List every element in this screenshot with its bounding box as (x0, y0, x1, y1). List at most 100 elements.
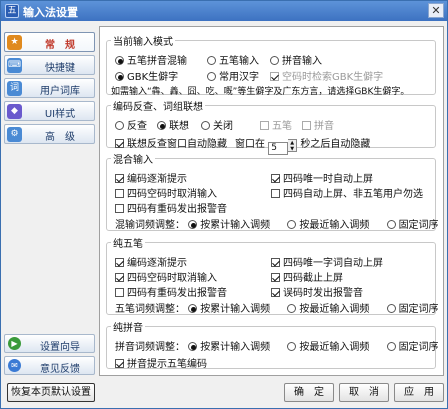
checkbox-gbk-on-empty[interactable]: 空码时检索GBK生僻字 (270, 68, 383, 83)
checkbox-label: 联想反查窗口自动隐藏 (127, 139, 227, 150)
checkbox-label: 四码截止上屏 (283, 273, 343, 284)
radio-label: 关闭 (213, 121, 233, 132)
radio[interactable] (157, 121, 166, 130)
feedback-button[interactable]: ✉ 意见反馈 (4, 356, 95, 375)
checkbox-label: 拼音 (314, 121, 334, 132)
radio[interactable] (115, 121, 124, 130)
radio-wubi-fixed[interactable] (386, 304, 396, 313)
group-title: 混合输入 (113, 155, 153, 166)
sidebar-item-label: 常 规 (45, 40, 75, 51)
close-button[interactable]: ✕ (428, 3, 444, 18)
app-icon: 五 (5, 4, 19, 18)
checkbox-label: 空码时检索GBK生僻字 (282, 72, 384, 83)
radio[interactable] (207, 72, 216, 81)
reset-defaults-button[interactable]: 恢复本页默认设置 (7, 383, 95, 402)
radio-common-chars[interactable]: 常用汉字 (207, 68, 259, 83)
group-title: 当前输入模式 (113, 37, 173, 48)
checkbox-wubi-cutoff-commit[interactable]: 四码截止上屏 (271, 269, 343, 284)
radio-association[interactable]: 联想 (157, 117, 189, 132)
checkbox-label: 四码空码时取消输入 (127, 189, 217, 200)
radio[interactable] (201, 121, 210, 130)
checkbox[interactable] (115, 288, 124, 297)
feedback-icon: ✉ (8, 359, 21, 372)
checkbox-pinyin-show-wubi[interactable]: 拼音提示五笔编码 (115, 355, 207, 370)
checkbox[interactable] (115, 258, 124, 267)
sidebar-item-label: 快捷键 (45, 63, 75, 74)
radio[interactable] (115, 56, 124, 65)
checkbox[interactable] (115, 174, 124, 183)
window-label: 窗口在 (235, 139, 265, 150)
radio-reverse-lookup[interactable]: 反查 (115, 117, 147, 132)
checkbox-wubi-lookup[interactable]: 五笔 (260, 117, 292, 132)
checkbox[interactable] (115, 204, 124, 213)
frequency-label: 五笔词频调整： (115, 304, 185, 315)
checkbox-wubi-beep-error[interactable]: 误码时发出报警音 (271, 284, 363, 299)
radio-gbk-rare[interactable]: GBK生僻字 (115, 68, 178, 83)
checkbox-wubi-progressive-hint[interactable]: 编码逐渐提示 (115, 254, 187, 269)
cancel-button[interactable]: 取 消 (339, 383, 389, 402)
checkbox-wubi-beep-duplicate[interactable]: 四码有重码发出报警音 (115, 284, 227, 299)
setup-wizard-button[interactable]: ▶ 设置向导 (4, 334, 95, 353)
radio-label: 固定词序 (398, 342, 439, 353)
pure-wubi-group: 纯五笔 编码逐渐提示 四码唯一字词自动上屏 四码空码时取消输入 四码截止上屏 四… (106, 235, 439, 315)
settings-panel: 当前输入模式 五笔拼音混输 五笔输入 拼音输入 GBK生僻字 常用汉字 空码时检… (99, 26, 444, 376)
radio-mixed-recent[interactable] (287, 220, 297, 229)
checkbox[interactable] (270, 72, 279, 81)
sidebar-item-hotkeys[interactable]: ⌨ 快捷键 (4, 55, 95, 75)
sidebar-item-ui-style[interactable]: ◆ UI样式 (4, 101, 95, 121)
checkbox-mixed-auto-commit-unique[interactable]: 四码唯一时自动上屏 (271, 170, 373, 185)
sidebar-item-general[interactable]: ★ 常 规 (4, 32, 95, 52)
radio-label: 按最近输入调频 (299, 304, 370, 315)
checkbox[interactable] (260, 121, 269, 130)
checkbox-wubi-auto-commit-unique[interactable]: 四码唯一字词自动上屏 (271, 254, 383, 269)
radio-pinyin[interactable]: 拼音输入 (270, 52, 322, 67)
checkbox[interactable] (271, 288, 280, 297)
apply-button[interactable]: 应 用 (394, 383, 444, 402)
feedback-label: 意见反馈 (40, 364, 80, 375)
radio-pinyin-fixed[interactable] (386, 342, 396, 351)
sidebar-item-advanced[interactable]: ⚙ 高 级 (4, 124, 95, 144)
checkbox[interactable] (271, 273, 280, 282)
checkbox[interactable] (302, 121, 311, 130)
checkbox-mixed-auto-commit[interactable]: 四码自动上屏、非五笔用户勿选 (271, 185, 423, 200)
radio-label: 五笔输入 (219, 56, 259, 67)
radio[interactable] (207, 56, 216, 65)
checkbox[interactable] (115, 189, 124, 198)
checkbox-label: 编码逐渐提示 (127, 174, 187, 185)
radio-label: 反查 (127, 121, 147, 132)
dictionary-icon: 词 (7, 81, 22, 96)
checkbox[interactable] (115, 139, 124, 148)
radio-wubi-pinyin-mixed[interactable]: 五笔拼音混输 (115, 52, 187, 67)
sidebar-item-user-dictionary[interactable]: 词 用户词库 (4, 78, 95, 98)
checkbox[interactable] (271, 258, 280, 267)
window-title: 输入法设置 (23, 6, 78, 19)
close-icon[interactable]: ✕ (431, 4, 440, 17)
radio-mixed-cumulative[interactable] (188, 220, 198, 229)
radio-wubi-cumulative[interactable] (188, 304, 198, 313)
checkbox[interactable] (115, 359, 124, 368)
checkbox[interactable] (271, 189, 280, 198)
group-title: 编码反查、词组联想 (113, 102, 203, 113)
checkbox[interactable] (271, 174, 280, 183)
ok-button[interactable]: 确 定 (284, 383, 334, 402)
radio-wubi[interactable]: 五笔输入 (207, 52, 259, 67)
checkbox-mixed-cancel-empty[interactable]: 四码空码时取消输入 (115, 185, 217, 200)
checkbox-wubi-cancel-empty[interactable]: 四码空码时取消输入 (115, 269, 217, 284)
radio-off[interactable]: 关闭 (201, 117, 233, 132)
sidebar: ★ 常 规 ⌨ 快捷键 词 用户词库 ◆ UI样式 ⚙ 高 级 (4, 26, 95, 372)
radio-label: 五笔拼音混输 (127, 56, 187, 67)
radio-pinyin-recent[interactable] (287, 342, 297, 351)
radio-pinyin-cumulative[interactable] (188, 342, 198, 351)
radio[interactable] (115, 72, 124, 81)
checkbox-auto-hide[interactable]: 联想反查窗口自动隐藏 (115, 135, 227, 150)
checkbox[interactable] (115, 273, 124, 282)
radio[interactable] (270, 56, 279, 65)
checkbox-mixed-progressive-hint[interactable]: 编码逐渐提示 (115, 170, 187, 185)
checkbox-label: 四码唯一时自动上屏 (283, 174, 373, 185)
radio-mixed-fixed[interactable] (386, 220, 396, 229)
encode-lookup-group: 编码反查、词组联想 反查 联想 关闭 五笔 拼音 联想反查窗口自动隐藏 窗口在 … (106, 98, 436, 155)
radio-wubi-recent[interactable] (287, 304, 297, 313)
frequency-label: 拼音词频调整： (115, 342, 185, 353)
checkbox-pinyin-lookup[interactable]: 拼音 (302, 117, 334, 132)
checkbox-mixed-beep-duplicate[interactable]: 四码有重码发出报警音 (115, 200, 227, 215)
